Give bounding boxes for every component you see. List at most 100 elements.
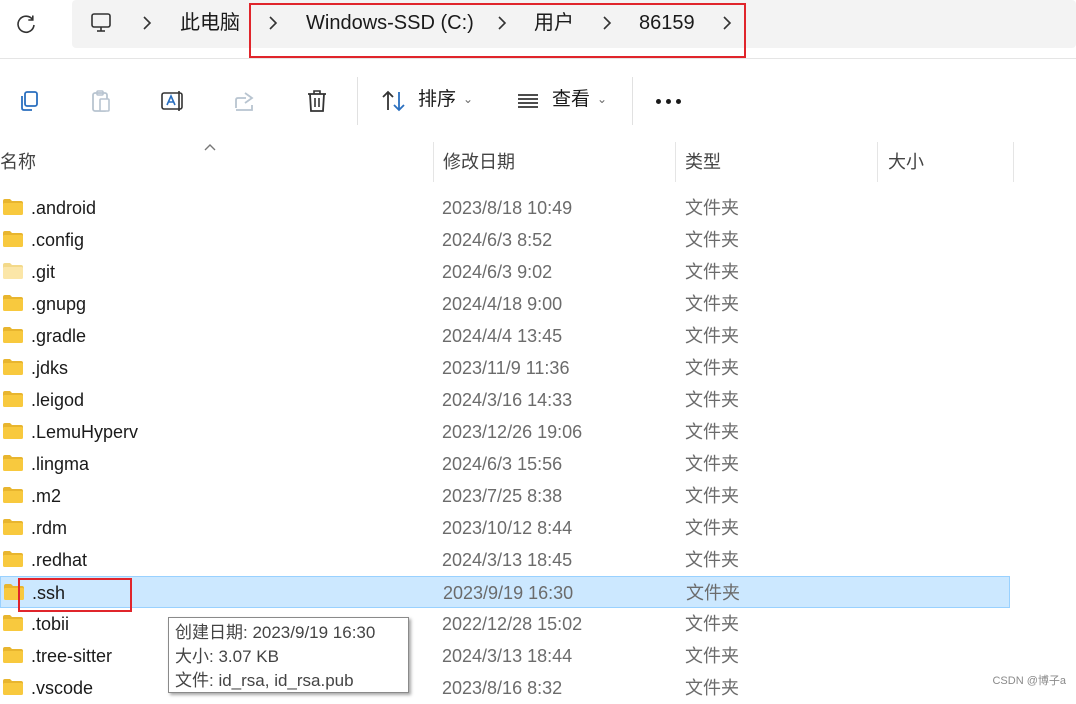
- rename-icon: [161, 91, 183, 111]
- file-name[interactable]: .gnupg: [31, 292, 86, 316]
- column-divider[interactable]: [675, 142, 676, 182]
- file-type: 文件夹: [685, 198, 739, 218]
- file-name[interactable]: .config: [31, 228, 84, 252]
- file-row[interactable]: .LemuHyperv 2023/12/26 19:06 文件夹: [0, 416, 1010, 448]
- file-date: 2023/10/12 8:44: [442, 518, 573, 538]
- file-row[interactable]: .leigod 2024/3/16 14:33 文件夹: [0, 384, 1010, 416]
- path-highlight-box: [249, 3, 746, 58]
- file-name[interactable]: .vscode: [31, 676, 93, 700]
- file-row[interactable]: .m2 2023/7/25 8:38 文件夹: [0, 480, 1010, 512]
- file-type: 文件夹: [685, 518, 739, 538]
- column-divider[interactable]: [433, 142, 434, 182]
- file-tooltip: 创建日期: 2023/9/19 16:30 大小: 3.07 KB 文件: id…: [168, 617, 409, 693]
- file-row[interactable]: .tree-sitter 2024/3/13 18:44 文件夹: [0, 640, 1010, 672]
- this-pc-icon: [91, 13, 111, 32]
- refresh-icon: [17, 15, 35, 34]
- file-row[interactable]: .lingma 2024/6/3 15:56 文件夹: [0, 448, 1010, 480]
- file-row[interactable]: .config 2024/6/3 8:52 文件夹: [0, 224, 1010, 256]
- column-type[interactable]: 类型: [685, 150, 721, 174]
- file-row[interactable]: .git 2024/6/3 9:02 文件夹: [0, 256, 1010, 288]
- file-name[interactable]: .lingma: [31, 452, 89, 476]
- copy-icon: [21, 91, 38, 111]
- file-name[interactable]: .m2: [31, 484, 61, 508]
- file-row[interactable]: .redhat 2024/3/13 18:45 文件夹: [0, 544, 1010, 576]
- file-date: 2022/12/28 15:02: [442, 614, 583, 634]
- file-type: 文件夹: [685, 614, 739, 634]
- chevron-down-icon[interactable]: ⌄: [463, 92, 473, 106]
- file-name[interactable]: .git: [31, 260, 55, 284]
- folder-icon: [3, 487, 23, 503]
- file-row[interactable]: .android 2023/8/18 10:49 文件夹: [0, 192, 1010, 224]
- file-row[interactable]: .gnupg 2024/4/18 9:00 文件夹: [0, 288, 1010, 320]
- file-row[interactable]: .vscode 2023/8/16 8:32 文件夹: [0, 672, 1010, 704]
- file-name[interactable]: .LemuHyperv: [31, 420, 138, 444]
- watermark: CSDN @博子a: [992, 675, 1066, 687]
- column-name[interactable]: 名称: [0, 150, 36, 174]
- more-options-button[interactable]: [656, 99, 681, 104]
- folder-icon: [3, 359, 23, 375]
- file-name[interactable]: .leigod: [31, 388, 84, 412]
- file-type: 文件夹: [685, 326, 739, 346]
- file-date: 2023/12/26 19:06: [442, 422, 583, 442]
- file-name[interactable]: .redhat: [31, 548, 87, 572]
- folder-icon: [3, 551, 23, 567]
- file-name[interactable]: .gradle: [31, 324, 86, 348]
- file-row[interactable]: .tobii 2022/12/28 15:02 文件夹: [0, 608, 1010, 640]
- toolbar-divider: [357, 77, 358, 125]
- column-size[interactable]: 大小: [888, 150, 924, 174]
- toolbar-divider: [632, 77, 633, 125]
- sort-icon: [382, 90, 405, 112]
- file-name[interactable]: .tree-sitter: [31, 644, 112, 668]
- breadcrumb-this-pc[interactable]: 此电脑: [180, 10, 240, 36]
- file-row[interactable]: .rdm 2023/10/12 8:44 文件夹: [0, 512, 1010, 544]
- file-date: 2023/7/25 8:38: [442, 486, 563, 506]
- file-type: 文件夹: [685, 422, 739, 442]
- file-type: 文件夹: [685, 678, 739, 698]
- copy-button[interactable]: [11, 83, 47, 119]
- delete-button[interactable]: [299, 83, 335, 119]
- file-date: 2024/3/13 18:45: [442, 550, 573, 570]
- folder-icon: [3, 199, 23, 215]
- chevron-right-icon[interactable]: [140, 11, 154, 35]
- share-button[interactable]: [227, 83, 263, 119]
- folder-icon: [3, 231, 23, 247]
- folder-icon: [3, 615, 23, 631]
- column-divider[interactable]: [877, 142, 878, 182]
- folder-icon: [3, 455, 23, 471]
- file-name[interactable]: .tobii: [31, 612, 69, 636]
- file-type: 文件夹: [685, 294, 739, 314]
- chevron-down-icon[interactable]: ⌄: [597, 92, 607, 106]
- command-bar: 排序 ⌄ 查看 ⌄: [0, 58, 1076, 144]
- file-date: 2023/8/16 8:32: [442, 678, 563, 698]
- tooltip-files: 文件: id_rsa, id_rsa.pub: [175, 671, 354, 690]
- file-name[interactable]: .jdks: [31, 356, 68, 380]
- column-date[interactable]: 修改日期: [443, 150, 515, 174]
- paste-button[interactable]: [83, 83, 119, 119]
- view-button[interactable]: [510, 83, 546, 119]
- tooltip-size: 大小: 3.07 KB: [175, 647, 279, 666]
- file-type: 文件夹: [685, 454, 739, 474]
- file-date: 2024/6/3 15:56: [442, 454, 563, 474]
- view-label[interactable]: 查看: [552, 88, 590, 112]
- rename-button[interactable]: [155, 83, 191, 119]
- folder-icon: [3, 423, 23, 439]
- file-date: 2024/6/3 9:02: [442, 262, 553, 282]
- view-icon: [518, 94, 538, 108]
- folder-icon: [3, 327, 23, 343]
- file-row[interactable]: .jdks 2023/11/9 11:36 文件夹: [0, 352, 1010, 384]
- file-name[interactable]: .android: [31, 196, 96, 220]
- sort-button[interactable]: [376, 83, 412, 119]
- more-dot-icon: [676, 99, 681, 104]
- file-row[interactable]: .ssh 2023/9/19 16:30 文件夹: [0, 576, 1010, 608]
- file-name[interactable]: .rdm: [31, 516, 67, 540]
- file-date: 2024/6/3 8:52: [442, 230, 553, 250]
- sort-label[interactable]: 排序: [418, 88, 456, 112]
- file-row[interactable]: .gradle 2024/4/4 13:45 文件夹: [0, 320, 1010, 352]
- file-type: 文件夹: [685, 262, 739, 282]
- refresh-button[interactable]: [12, 10, 40, 38]
- column-divider[interactable]: [1013, 142, 1014, 182]
- tooltip-created: 创建日期: 2023/9/19 16:30: [175, 623, 376, 642]
- file-type: 文件夹: [685, 550, 739, 570]
- more-dot-icon: [656, 99, 661, 104]
- file-date: 2024/4/18 9:00: [442, 294, 563, 314]
